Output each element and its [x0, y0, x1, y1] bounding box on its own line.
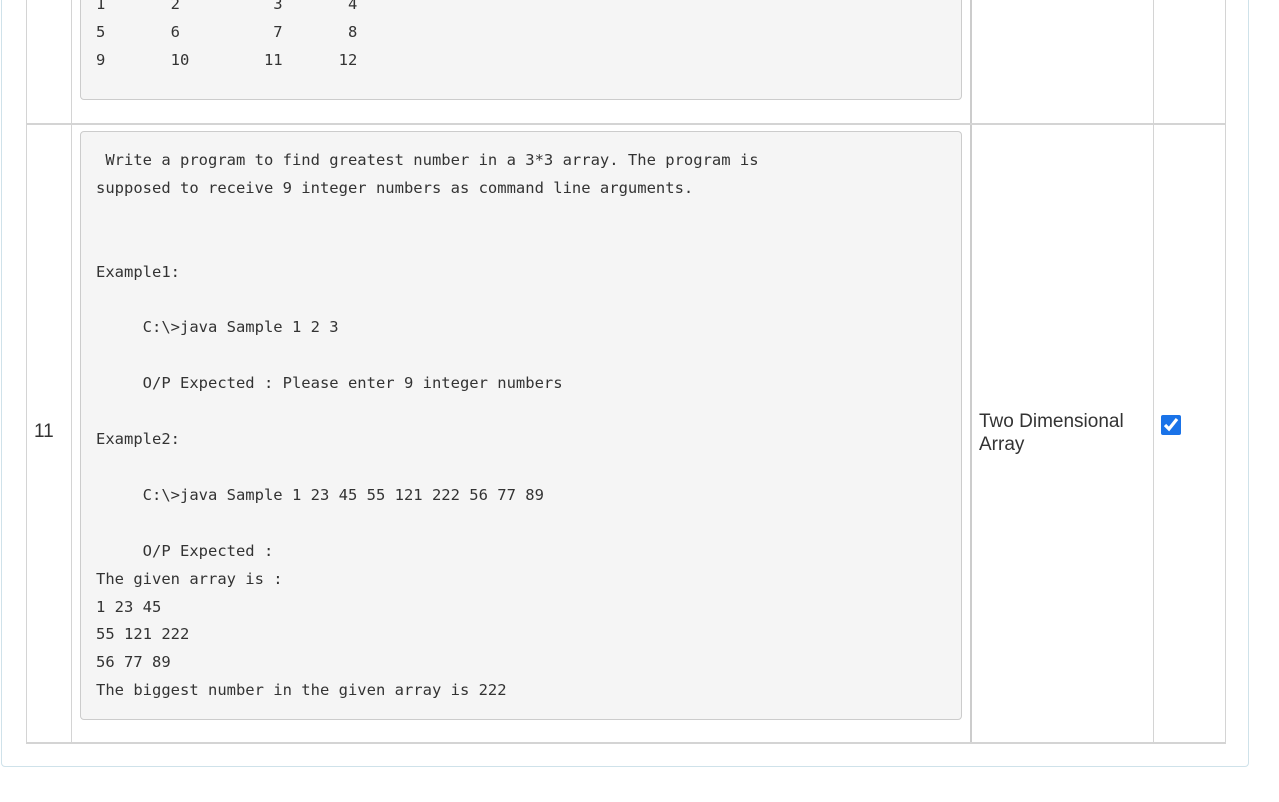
question-text: Write a program to find greatest number … [96, 151, 759, 700]
previous-row-question-text: 1 2 3 4 5 6 7 8 9 10 11 12 [96, 0, 358, 69]
column-divider-question [970, 0, 972, 744]
table-border-left [26, 0, 27, 744]
previous-row-question-box: 1 2 3 4 5 6 7 8 9 10 11 12 [80, 0, 962, 100]
column-divider-topic [1153, 0, 1154, 744]
column-divider-number [71, 0, 72, 744]
row-number: 11 [34, 421, 54, 442]
row-select-checkbox[interactable] [1161, 415, 1181, 435]
topic-label: Two Dimensional Array [979, 411, 1124, 455]
row-divider [26, 123, 1226, 125]
question-box: Write a program to find greatest number … [80, 131, 962, 720]
table-border-right [1225, 0, 1226, 744]
questions-table: 1 2 3 4 5 6 7 8 9 10 11 12 11 Write a pr… [26, 0, 1226, 744]
table-border-bottom [26, 742, 1226, 744]
